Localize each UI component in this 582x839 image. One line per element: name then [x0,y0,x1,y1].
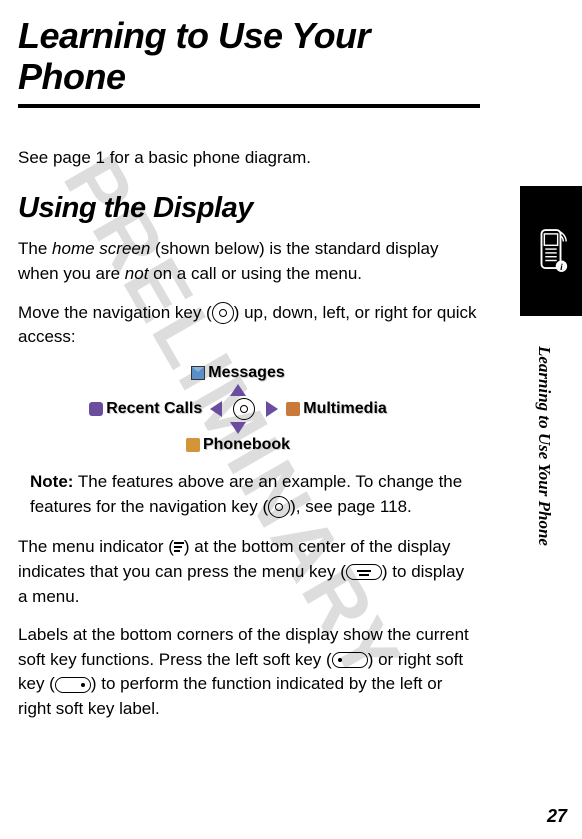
home-screen-paragraph: The home screen (shown below) is the sta… [18,237,478,286]
page-title: Learning to Use Your Phone [18,15,478,98]
phonebook-mini-icon [186,438,200,452]
note-block: Note: The features above are an example.… [30,470,470,519]
nav-diagram: Messages Recent Calls Multimedia [78,364,398,454]
menu-indicator-paragraph: The menu indicator () at the bottom cent… [18,535,478,609]
nav-right-text: Multimedia [303,400,387,418]
envelope-icon [191,366,205,380]
right-soft-key-icon [55,677,91,693]
phone-mini-icon [89,402,103,416]
menu-indicator-icon [174,542,184,554]
triangle-right-icon [266,401,278,417]
text-fragment: Move the navigation key ( [18,303,212,322]
menu-key-icon [346,564,382,580]
multimedia-mini-icon [286,402,300,416]
phone-icon: i [532,226,570,276]
text-fragment: ), see page 118. [290,497,412,516]
nav-key-icon [268,496,290,518]
main-content: Learning to Use Your Phone See page 1 fo… [18,15,478,722]
black-tab: i [520,186,582,316]
triangle-up-icon [230,384,246,396]
nav-left-label: Recent Calls [89,400,202,418]
nav-key-icon [212,302,234,324]
sidebar-running-title: Learning to Use Your Phone [534,346,554,546]
nav-center-icon [233,398,255,420]
text-fragment: The menu indicator ( [18,537,174,556]
nav-down-text: Phonebook [203,436,290,454]
section-heading: Using the Display [18,192,478,225]
nav-right-label: Multimedia [286,400,387,418]
nav-up-label: Messages [191,364,285,382]
note-label: Note: [30,472,73,491]
left-soft-key-icon [332,652,368,668]
triangle-left-icon [210,401,222,417]
triangle-down-icon [230,422,246,434]
right-sidebar: i Learning to Use Your Phone [520,186,582,696]
page-number: 27 [547,806,567,827]
nav-up-text: Messages [208,364,285,382]
nav-left-text: Recent Calls [106,400,202,418]
nav-down-label: Phonebook [186,436,290,454]
title-underline [18,104,480,108]
intro-paragraph: See page 1 for a basic phone diagram. [18,146,478,171]
term-not: not [125,264,149,283]
text-fragment: The [18,239,52,258]
text-fragment: on a call or using the menu. [148,264,362,283]
soft-key-paragraph: Labels at the bottom corners of the disp… [18,623,478,722]
nav-key-paragraph: Move the navigation key () up, down, lef… [18,301,478,350]
svg-text:i: i [560,263,563,273]
term-home-screen: home screen [52,239,150,258]
